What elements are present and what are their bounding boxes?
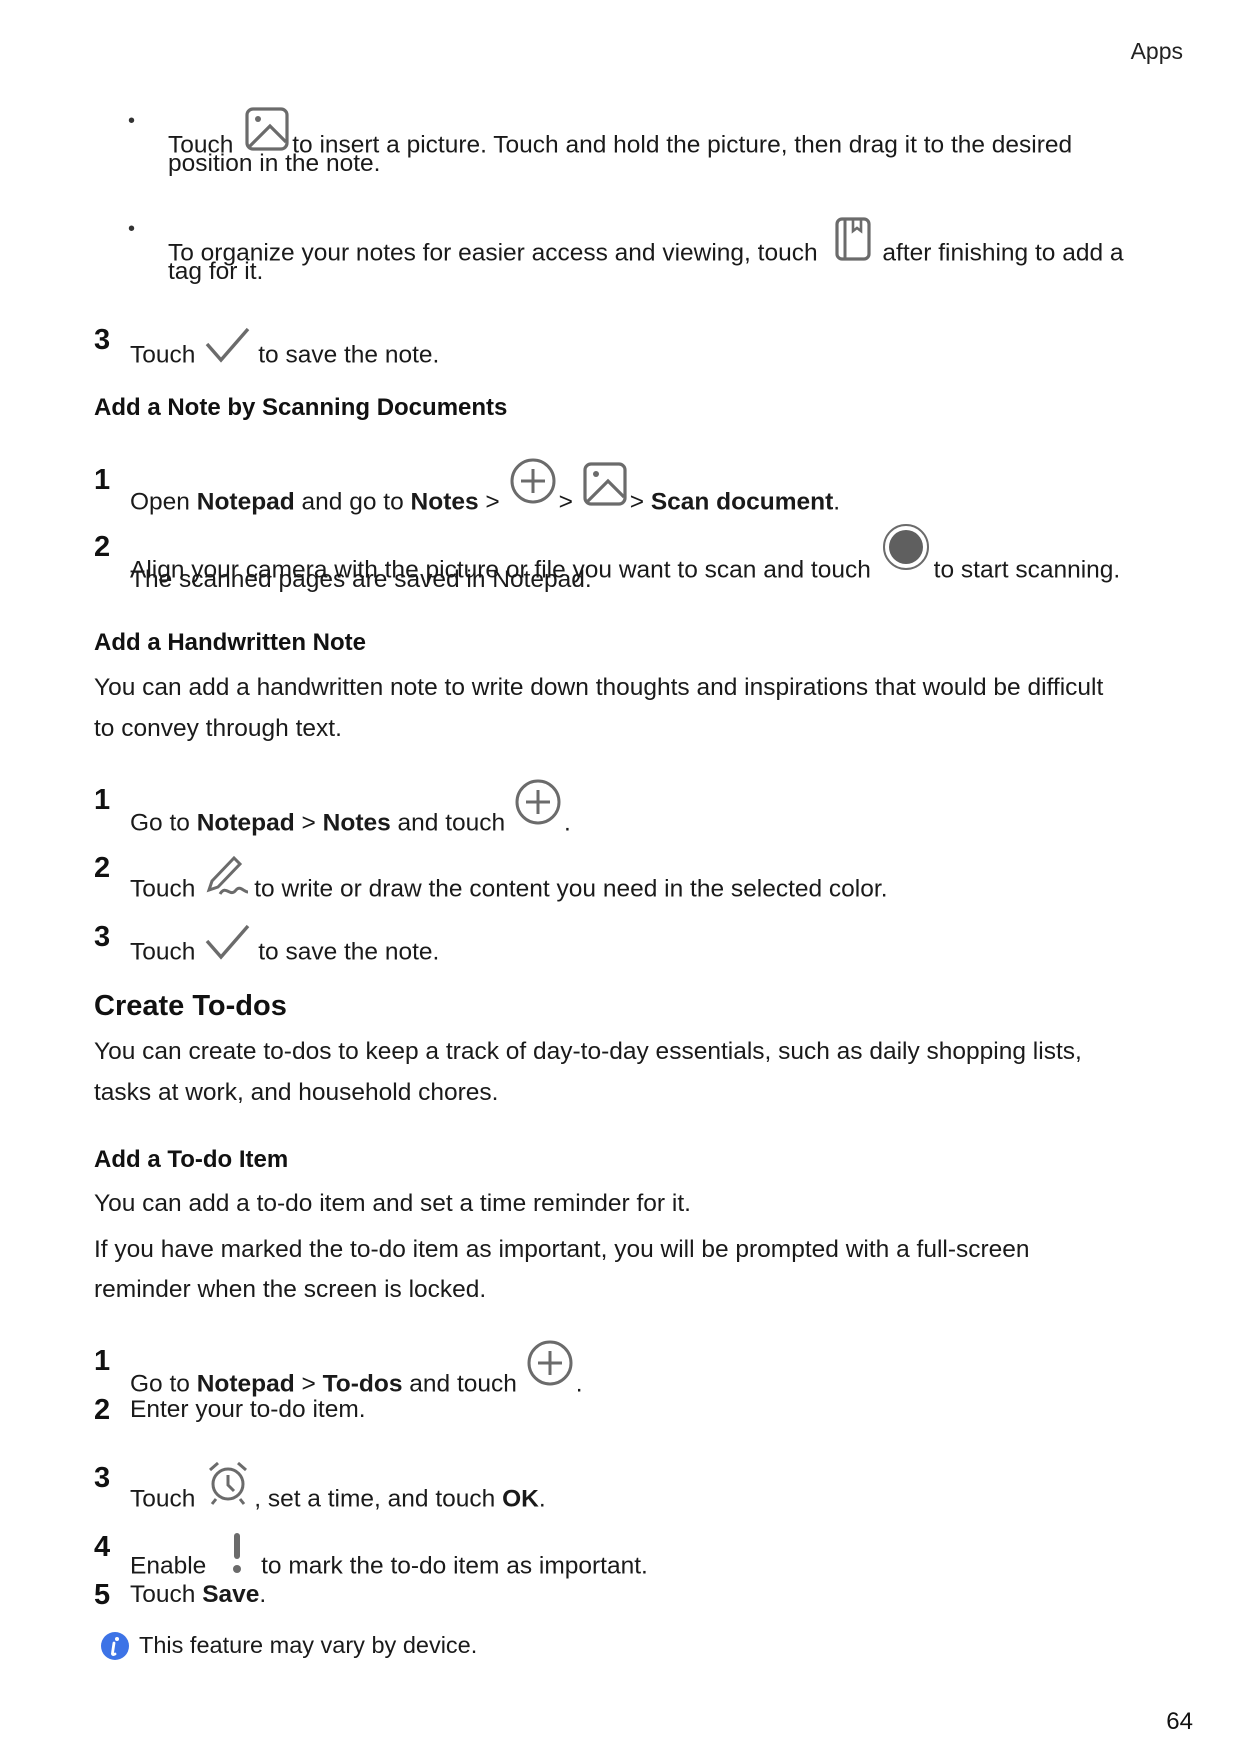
text: > bbox=[294, 1370, 323, 1398]
text: Go to bbox=[130, 1370, 197, 1398]
step-number: 3 bbox=[94, 921, 111, 953]
tag-bookmark-icon bbox=[834, 216, 872, 262]
text: . bbox=[575, 1370, 583, 1398]
ui-label-notepad: Notepad bbox=[196, 809, 295, 837]
shutter-icon bbox=[882, 523, 930, 571]
add-circle-icon bbox=[514, 778, 562, 826]
section-heading: Add a Note by Scanning Documents bbox=[94, 394, 508, 421]
text: after finishing to add a bbox=[882, 239, 1124, 267]
text: . bbox=[538, 1485, 546, 1513]
ui-label-notepad: Notepad bbox=[196, 488, 295, 516]
text: Touch bbox=[130, 938, 196, 966]
step-number: 4 bbox=[94, 1531, 111, 1563]
step-save: Touch Save. bbox=[130, 1581, 267, 1608]
step-line2: The scanned pages are saved in Notepad. bbox=[130, 566, 592, 593]
text: . bbox=[563, 809, 571, 837]
text: Open bbox=[130, 488, 197, 516]
text: To organize your notes for easier access… bbox=[168, 239, 818, 267]
text: to insert a picture. Touch and hold the … bbox=[292, 131, 1073, 159]
step-open-notepad-scan: Open Notepad and go to Notes > > > Scan … bbox=[130, 458, 841, 516]
alarm-clock-icon bbox=[206, 1460, 250, 1506]
checkmark-icon bbox=[204, 326, 250, 366]
text: to write or draw the content you need in… bbox=[254, 875, 888, 903]
paragraph: tasks at work, and household chores. bbox=[94, 1079, 499, 1106]
text: , set a time, and touch bbox=[254, 1485, 503, 1513]
step-number: 3 bbox=[94, 1462, 111, 1494]
step-number: 1 bbox=[94, 464, 111, 496]
text: > bbox=[558, 488, 573, 516]
exclamation-icon bbox=[231, 1531, 243, 1575]
text: and touch bbox=[390, 809, 506, 837]
text: to save the note. bbox=[258, 938, 440, 966]
step-save-note: Touch to save the note. bbox=[130, 326, 440, 369]
paragraph: You can create to-dos to keep a track of… bbox=[94, 1038, 1082, 1065]
add-circle-icon bbox=[526, 1339, 574, 1387]
paragraph: to convey through text. bbox=[94, 715, 342, 742]
text: Touch bbox=[130, 1581, 203, 1608]
section-header: Apps bbox=[1130, 38, 1183, 64]
bullet-dot: • bbox=[128, 110, 136, 132]
step-number: 3 bbox=[94, 324, 111, 356]
text: and touch bbox=[402, 1370, 517, 1398]
text: . bbox=[833, 488, 841, 516]
step-goto-notes: Go to Notepad > Notes and touch . bbox=[130, 779, 571, 837]
step-set-reminder: Touch , set a time, and touch OK. bbox=[130, 1461, 546, 1513]
text: to mark the to-do item as important. bbox=[261, 1552, 648, 1580]
paragraph: You can add a handwritten note to write … bbox=[94, 674, 1104, 701]
text: to save the note. bbox=[258, 341, 440, 369]
step-number: 5 bbox=[94, 1579, 111, 1611]
step-enter-item: Enter your to-do item. bbox=[130, 1396, 366, 1423]
ui-label-notes: Notes bbox=[410, 488, 479, 516]
text: > bbox=[629, 488, 651, 516]
text: Touch bbox=[130, 875, 196, 903]
paragraph: reminder when the screen is locked. bbox=[94, 1276, 487, 1303]
ui-label-scan-document: Scan document bbox=[650, 488, 834, 516]
picture-icon bbox=[244, 106, 290, 152]
ui-label-save: Save bbox=[202, 1581, 260, 1608]
step-number: 1 bbox=[94, 784, 111, 816]
ui-label-ok: OK bbox=[502, 1485, 539, 1513]
bullet-item-line2: position in the note. bbox=[168, 150, 381, 177]
section-heading: Add a To-do Item bbox=[94, 1146, 289, 1173]
text: > bbox=[294, 809, 323, 837]
step-handwrite: Touch to write or draw the content you n… bbox=[130, 854, 888, 903]
section-title: Create To-dos bbox=[94, 990, 287, 1022]
info-note: This feature may vary by device. bbox=[139, 1632, 478, 1658]
add-circle-icon bbox=[509, 457, 557, 505]
paragraph: You can add a to-do item and set a time … bbox=[94, 1190, 691, 1217]
section-heading: Add a Handwritten Note bbox=[94, 629, 367, 656]
handwriting-pen-icon bbox=[204, 854, 252, 900]
checkmark-icon bbox=[204, 923, 250, 963]
page-number: 64 bbox=[1166, 1708, 1193, 1735]
step-number: 2 bbox=[94, 531, 111, 563]
text: and go to bbox=[294, 488, 411, 516]
step-mark-important: Enable to mark the to-do item as importa… bbox=[130, 1533, 648, 1580]
text: to start scanning. bbox=[933, 556, 1121, 584]
step-number: 1 bbox=[94, 1345, 111, 1377]
bullet-item-tag: To organize your notes for easier access… bbox=[168, 217, 1124, 267]
text: Touch bbox=[130, 341, 196, 369]
ui-label-notepad: Notepad bbox=[196, 1370, 295, 1398]
bullet-item-line2: tag for it. bbox=[168, 258, 264, 285]
step-number: 2 bbox=[94, 852, 111, 884]
text: Enable bbox=[130, 1552, 207, 1580]
text: Touch bbox=[130, 1485, 196, 1513]
text: > bbox=[478, 488, 500, 516]
text: . bbox=[259, 1581, 267, 1608]
ui-label-todos: To-dos bbox=[322, 1370, 403, 1398]
picture-icon bbox=[582, 461, 628, 507]
ui-label-notes: Notes bbox=[322, 809, 391, 837]
text: Go to bbox=[130, 809, 197, 837]
step-save-note: Touch to save the note. bbox=[130, 923, 440, 966]
step-goto-todos: Go to Notepad > To-dos and touch . bbox=[130, 1340, 583, 1398]
paragraph: If you have marked the to-do item as imp… bbox=[94, 1236, 1030, 1263]
bullet-dot: • bbox=[128, 218, 136, 240]
step-number: 2 bbox=[94, 1394, 111, 1426]
info-icon bbox=[100, 1631, 130, 1666]
